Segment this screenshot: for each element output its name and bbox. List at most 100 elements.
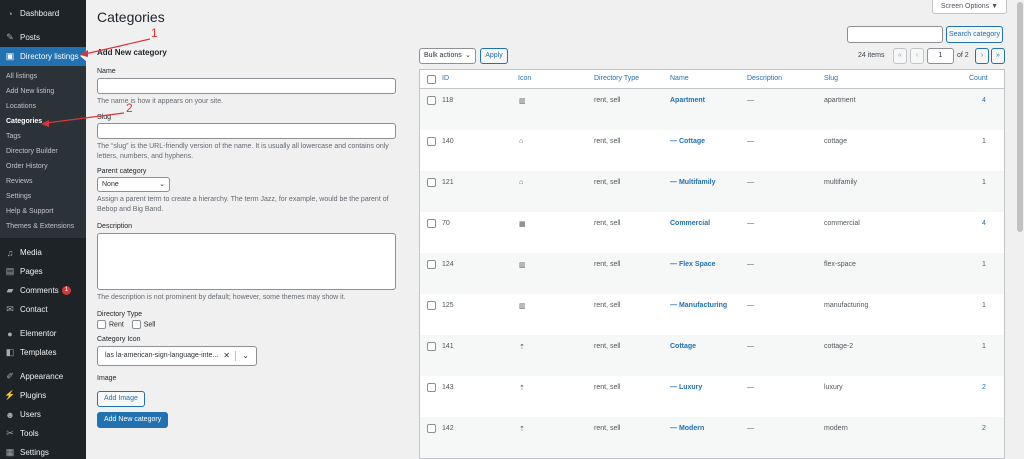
row-checkbox[interactable] (427, 342, 436, 351)
category-icon-select[interactable]: las la-american-sign-language-inte... ✕ … (97, 346, 257, 366)
menu-plugins[interactable]: ⚡ Plugins (0, 386, 86, 405)
submenu-settings[interactable]: Settings (0, 189, 86, 204)
search-category-button[interactable]: Search category (946, 26, 1003, 43)
row-description: — (747, 302, 754, 309)
row-name-link[interactable]: Commercial (670, 220, 710, 227)
row-directory-type: rent, sell (594, 261, 621, 268)
row-checkbox[interactable] (427, 178, 436, 187)
col-id[interactable]: ID (442, 75, 449, 82)
row-count[interactable]: 4 (982, 220, 986, 227)
col-count[interactable]: Count (969, 75, 988, 82)
row-id: 140 (442, 138, 454, 145)
table-row: 143 ⇡ rent, sell — Luxury — luxury 2 (420, 376, 1004, 417)
table-row: 142 ⇡ rent, sell — Modern — modern 2 (420, 417, 1004, 458)
menu-tools[interactable]: ✂ Tools (0, 424, 86, 443)
row-id: 70 (442, 220, 450, 227)
apply-button[interactable]: Apply (480, 48, 508, 64)
page-title: Categories (97, 9, 165, 25)
row-slug: cottage (824, 138, 847, 145)
description-textarea[interactable] (97, 233, 396, 290)
row-count[interactable]: 4 (982, 97, 986, 104)
menu-dashboard[interactable]: ◔ Dashboard (0, 4, 86, 23)
menu-directory-listings[interactable]: ▣ Directory listings (0, 47, 86, 66)
row-name-link[interactable]: — Modern (670, 425, 704, 432)
row-name-link[interactable]: — Luxury (670, 384, 702, 391)
col-description[interactable]: Description (747, 75, 782, 82)
submenu-directory-builder[interactable]: Directory Builder (0, 144, 86, 159)
submenu-add-new-listing[interactable]: Add New listing (0, 84, 86, 99)
row-checkbox[interactable] (427, 383, 436, 392)
last-page-button[interactable]: » (991, 48, 1005, 64)
sell-checkbox[interactable] (131, 320, 141, 329)
select-all-checkbox[interactable] (427, 75, 436, 84)
submenu-tags[interactable]: Tags (0, 129, 86, 144)
submenu-locations[interactable]: Locations (0, 99, 86, 114)
search-category-input[interactable] (847, 26, 943, 43)
submenu-categories[interactable]: Categories (0, 114, 86, 129)
menu-templates[interactable]: ◧ Templates (0, 343, 86, 362)
menu-appearance-label: Appearance (20, 372, 64, 381)
menu-posts[interactable]: ✎ Posts (0, 28, 86, 47)
row-count[interactable]: 2 (982, 425, 986, 432)
row-name-link[interactable]: — Cottage (670, 138, 705, 145)
screen-options-button[interactable]: Screen Options ▼ (931, 0, 1007, 14)
next-page-button[interactable]: › (975, 48, 989, 64)
first-page-button[interactable]: « (893, 48, 907, 64)
menu-elementor[interactable]: ● Elementor (0, 324, 86, 343)
submenu-all-listings[interactable]: All listings (0, 69, 86, 84)
description-help: The description is not prominent by defa… (97, 294, 346, 301)
row-id: 121 (442, 179, 454, 186)
row-checkbox[interactable] (427, 424, 436, 433)
menu-users[interactable]: ☻ Users (0, 405, 86, 424)
directory-type-options: Rent Sell (97, 320, 397, 329)
parent-category-select[interactable]: None ⌄ (97, 177, 170, 192)
col-directory-type: Directory Type (594, 75, 639, 82)
menu-pages[interactable]: ▤ Pages (0, 262, 86, 281)
page-scrollbar[interactable] (1016, 0, 1024, 459)
clear-icon[interactable]: ✕ (223, 347, 230, 365)
menu-contact[interactable]: ✉ Contact (0, 300, 86, 319)
submenu-order-history[interactable]: Order History (0, 159, 86, 174)
media-icon: ♫ (6, 247, 14, 258)
annotation-number-2: 2 (126, 101, 133, 115)
add-new-category-button[interactable]: Add New category (97, 412, 169, 428)
row-id: 141 (442, 343, 454, 350)
menu-appearance[interactable]: ✐ Appearance (0, 367, 86, 386)
table-row: 124 ▥ rent, sell — Flex Space — flex-spa… (420, 253, 1004, 294)
row-name-link[interactable]: — Flex Space (670, 261, 716, 268)
row-checkbox[interactable] (427, 96, 436, 105)
category-icon-label: Category Icon (97, 336, 141, 343)
col-slug[interactable]: Slug (824, 75, 838, 82)
menu-media[interactable]: ♫ Media (0, 243, 86, 262)
add-image-button[interactable]: Add Image (97, 391, 145, 407)
scrollbar-thumb[interactable] (1017, 2, 1023, 232)
menu-comments[interactable]: ▰ Comments 1 (0, 281, 86, 300)
row-name-link[interactable]: Apartment (670, 97, 705, 104)
menu-settings[interactable]: ▦ Settings (0, 443, 86, 459)
col-name[interactable]: Name (670, 75, 689, 82)
row-name-link[interactable]: — Manufacturing (670, 302, 727, 309)
row-checkbox[interactable] (427, 137, 436, 146)
brush-icon: ✐ (6, 371, 14, 381)
row-name-link[interactable]: Cottage (670, 343, 696, 350)
add-category-form: Add New category Name The name is how it… (97, 48, 397, 428)
rent-checkbox[interactable] (97, 320, 106, 329)
row-directory-type: rent, sell (594, 343, 621, 350)
slug-input[interactable] (97, 123, 396, 139)
row-count[interactable]: 2 (982, 384, 986, 391)
row-checkbox[interactable] (427, 219, 436, 228)
submenu-themes-extensions[interactable]: Themes & Extensions (0, 219, 86, 234)
submenu-help-support[interactable]: Help & Support (0, 204, 86, 219)
current-page-input[interactable]: 1 (927, 48, 954, 64)
row-slug: cottage-2 (824, 343, 854, 350)
submenu-reviews[interactable]: Reviews (0, 174, 86, 189)
menu-directory-listings-label: Directory listings (20, 52, 79, 61)
menu-tools-label: Tools (20, 429, 39, 438)
row-checkbox[interactable] (427, 301, 436, 310)
name-input[interactable] (97, 78, 396, 94)
row-slug: luxury (824, 384, 843, 391)
row-name-link[interactable]: — Multifamily (670, 179, 716, 186)
prev-page-button[interactable]: ‹ (910, 48, 924, 64)
row-checkbox[interactable] (427, 260, 436, 269)
bulk-actions-select[interactable]: Bulk actions ⌄ (419, 48, 476, 64)
